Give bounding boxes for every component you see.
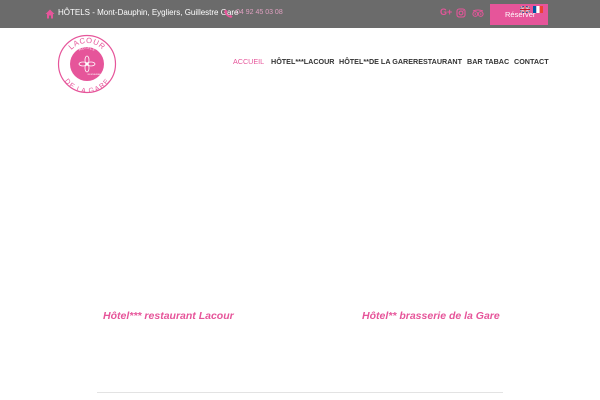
tripadvisor-icon[interactable] (472, 9, 484, 18)
nav-item-hotel-lacour[interactable]: HÔTEL***LACOUR (271, 57, 335, 66)
nav-item-accueil[interactable]: ACCUEIL (233, 57, 264, 66)
divider (97, 392, 503, 393)
flag-uk-icon[interactable] (520, 6, 530, 13)
phone-icon (224, 9, 233, 18)
top-bar: HÔTELS - Mont-Dauphin, Eygliers, Guilles… (0, 0, 600, 28)
logo[interactable]: LACOUR DE LA GARE HÔTELS RESTAURANT (57, 34, 117, 94)
nav-item-bar-tabac[interactable]: BAR TABAC (467, 57, 509, 66)
nav-item-hotel-gare[interactable]: HÔTEL**DE LA GARE (339, 57, 413, 66)
flag-fr-icon[interactable] (533, 6, 543, 13)
hotel-gare-link[interactable]: Hôtel** brasserie de la Gare (362, 310, 500, 322)
instagram-icon[interactable] (456, 8, 466, 18)
nav-item-contact[interactable]: CONTACT (514, 57, 549, 66)
phone-number[interactable]: 04 92 45 03 08 (236, 9, 283, 16)
home-icon (45, 9, 55, 19)
address-text: HÔTELS - Mont-Dauphin, Eygliers, Guilles… (58, 8, 239, 17)
logo-tiny-text: RESTAURANT (88, 73, 103, 76)
nav-item-restaurant[interactable]: RESTAURANT (413, 57, 462, 66)
google-plus-icon[interactable]: G+ (440, 7, 452, 17)
hotel-lacour-link[interactable]: Hôtel*** restaurant Lacour (103, 310, 234, 322)
